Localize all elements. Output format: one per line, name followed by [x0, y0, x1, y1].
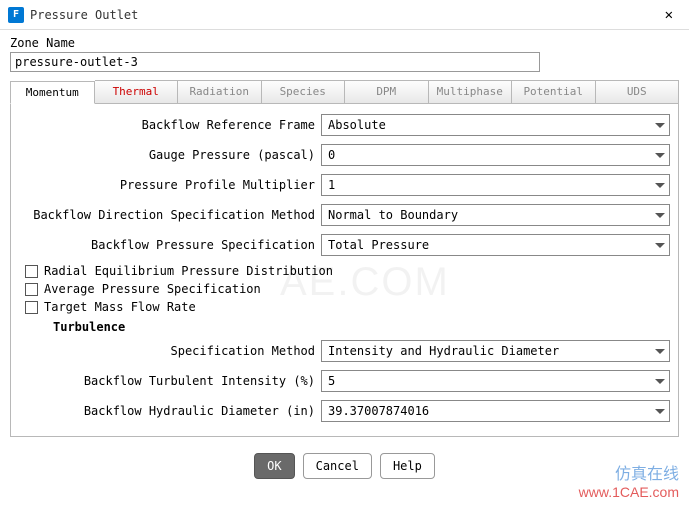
input-mult[interactable]: 1 [321, 174, 670, 196]
select-ref-frame-value: Absolute [328, 118, 386, 132]
select-turb-spec-value: Intensity and Hydraulic Diameter [328, 344, 559, 358]
input-turb-intens[interactable]: 5 [321, 370, 670, 392]
select-ref-frame[interactable]: Absolute [321, 114, 670, 136]
select-press-spec[interactable]: Total Pressure [321, 234, 670, 256]
dialog-footer: OK Cancel Help [10, 453, 679, 479]
tab-dpm[interactable]: DPM [345, 80, 429, 103]
select-turb-spec[interactable]: Intensity and Hydraulic Diameter [321, 340, 670, 362]
tab-multiphase[interactable]: Multiphase [429, 80, 513, 103]
app-icon: F [8, 7, 24, 23]
select-dir-value: Normal to Boundary [328, 208, 458, 222]
chevron-down-icon [655, 349, 665, 354]
select-dir[interactable]: Normal to Boundary [321, 204, 670, 226]
input-gauge[interactable]: 0 [321, 144, 670, 166]
label-target: Target Mass Flow Rate [44, 300, 196, 314]
window-title: Pressure Outlet [30, 8, 657, 22]
close-icon[interactable]: ✕ [657, 3, 681, 27]
label-ref-frame: Backflow Reference Frame [19, 118, 321, 132]
zone-name-input[interactable] [10, 52, 540, 72]
window-titlebar: F Pressure Outlet ✕ [0, 0, 689, 30]
tab-species[interactable]: Species [262, 80, 346, 103]
ok-button[interactable]: OK [254, 453, 294, 479]
chevron-down-icon [655, 379, 665, 384]
checkbox-avg[interactable] [25, 283, 38, 296]
label-radial: Radial Equilibrium Pressure Distribution [44, 264, 333, 278]
chevron-down-icon [655, 409, 665, 414]
label-turb-intens: Backflow Turbulent Intensity (%) [53, 374, 321, 388]
label-turb-diam: Backflow Hydraulic Diameter (in) [53, 404, 321, 418]
cancel-button[interactable]: Cancel [303, 453, 372, 479]
chevron-down-icon [655, 183, 665, 188]
momentum-panel: Backflow Reference Frame Absolute Gauge … [10, 104, 679, 437]
label-dir: Backflow Direction Specification Method [19, 208, 321, 222]
tab-momentum[interactable]: Momentum [10, 81, 95, 104]
tab-potential[interactable]: Potential [512, 80, 596, 103]
help-button[interactable]: Help [380, 453, 435, 479]
input-gauge-value: 0 [328, 148, 335, 162]
chevron-down-icon [655, 153, 665, 158]
label-avg: Average Pressure Specification [44, 282, 261, 296]
label-mult: Pressure Profile Multiplier [19, 178, 321, 192]
chevron-down-icon [655, 123, 665, 128]
label-press-spec: Backflow Pressure Specification [19, 238, 321, 252]
tab-bar: Momentum Thermal Radiation Species DPM M… [10, 80, 679, 104]
input-mult-value: 1 [328, 178, 335, 192]
label-gauge: Gauge Pressure (pascal) [19, 148, 321, 162]
chevron-down-icon [655, 213, 665, 218]
input-turb-intens-value: 5 [328, 374, 335, 388]
input-turb-diam-value: 39.37007874016 [328, 404, 429, 418]
chevron-down-icon [655, 243, 665, 248]
checkbox-radial[interactable] [25, 265, 38, 278]
zone-name-label: Zone Name [10, 36, 679, 50]
turbulence-header: Turbulence [53, 320, 670, 334]
tab-uds[interactable]: UDS [596, 80, 680, 103]
checkbox-target[interactable] [25, 301, 38, 314]
label-turb-spec: Specification Method [53, 344, 321, 358]
tab-radiation[interactable]: Radiation [178, 80, 262, 103]
select-press-spec-value: Total Pressure [328, 238, 429, 252]
input-turb-diam[interactable]: 39.37007874016 [321, 400, 670, 422]
tab-thermal[interactable]: Thermal [95, 80, 179, 103]
